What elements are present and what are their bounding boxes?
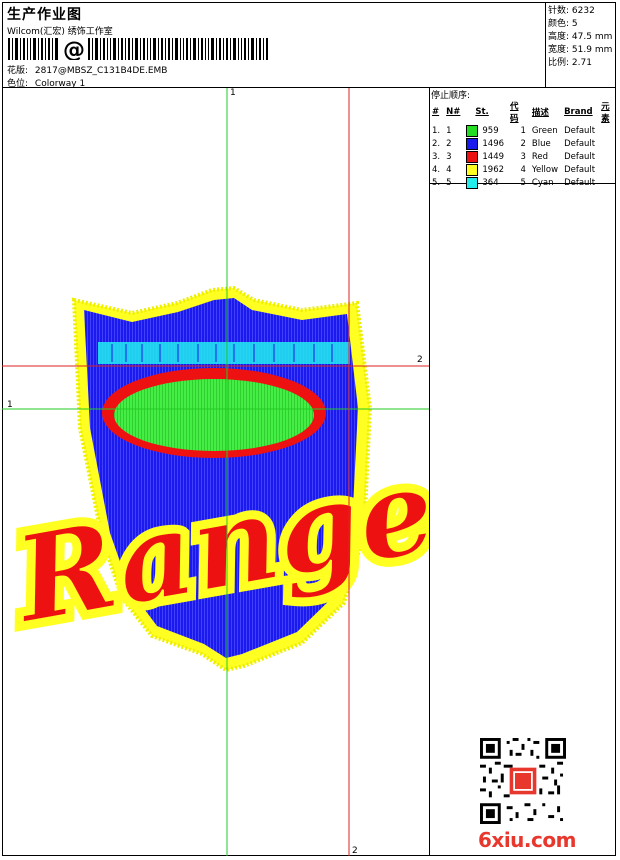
col-element: 元素 <box>601 102 610 124</box>
page-title: 生产作业图 <box>7 7 82 23</box>
col-code: 代码 <box>510 102 519 124</box>
design-label: 花版: <box>7 66 29 76</box>
row-brand: Default <box>564 177 596 188</box>
row-brand: Default <box>564 125 596 136</box>
row-brand: Default <box>564 164 596 175</box>
row-stitches: 364 <box>463 176 507 189</box>
row-stitches: 959 <box>463 124 507 137</box>
cyan-text-band <box>98 342 350 364</box>
row-stitches: 1496 <box>463 137 507 150</box>
row-desc: Blue <box>531 138 551 149</box>
row-code: 5 <box>520 177 526 188</box>
stop-sequence-table: # N# St. 代码 描述 Brand 元素 1. 1 959 1 Green Defa… <box>429 100 620 189</box>
row-element <box>598 163 620 176</box>
color-swatch <box>466 137 479 150</box>
row-element <box>598 150 620 163</box>
stop-row: 3. 3 1449 3 Red Default <box>429 150 620 163</box>
row-element <box>598 137 620 150</box>
row-code: 1 <box>520 125 526 136</box>
col-stitches: St. <box>475 107 489 117</box>
stat-scale: 比例: 2.71 <box>548 58 592 68</box>
company-name: Wilcom(汇宏) 绣饰工作室 <box>7 27 113 37</box>
row-code: 2 <box>520 138 526 149</box>
color-swatch <box>466 176 479 189</box>
row-needle: 4 <box>446 164 452 175</box>
row-code: 3 <box>520 151 526 162</box>
site-watermark: 6xiu.com <box>478 828 576 852</box>
row-stitches: 1962 <box>463 163 507 176</box>
stats-divider <box>545 2 546 87</box>
row-stitches: 1449 <box>463 150 507 163</box>
row-num: 5. <box>432 177 441 188</box>
stop-row: 5. 5 364 5 Cyan Default <box>429 176 620 189</box>
barcode-symbol: @ <box>63 38 85 60</box>
row-num: 1. <box>432 125 441 136</box>
panel-divider <box>429 87 430 856</box>
row-needle: 2 <box>446 138 452 149</box>
col-brand: Brand <box>564 107 593 117</box>
stop-row: 2. 2 1496 2 Blue Default <box>429 137 620 150</box>
stat-stitches: 针数: 6232 <box>548 6 595 16</box>
row-brand: Default <box>564 151 596 162</box>
row-desc: Green <box>531 125 558 136</box>
design-line: 花版: 2817@MBSZ_C131B4DE.EMB <box>7 63 167 76</box>
row-desc: Cyan <box>531 177 554 188</box>
row-element <box>598 124 620 137</box>
stat-height: 高度: 47.5 mm <box>548 32 613 42</box>
color-swatch <box>466 150 479 163</box>
row-num: 4. <box>432 164 441 175</box>
stitch-count: 364 <box>482 178 499 188</box>
stat-width: 宽度: 51.9 mm <box>548 45 613 55</box>
stat-colors: 颜色: 5 <box>548 19 578 29</box>
guide-label-red-right: 2 <box>417 355 423 365</box>
row-needle: 1 <box>446 125 452 136</box>
stop-table-header: # N# St. 代码 描述 Brand 元素 <box>429 100 620 124</box>
qr-code <box>480 738 566 824</box>
row-num: 3. <box>432 151 441 162</box>
col-num: # <box>432 107 440 117</box>
guide-label-green-left: 1 <box>7 400 13 410</box>
row-needle: 3 <box>446 151 452 162</box>
guide-label-green-top: 1 <box>230 88 236 98</box>
row-code: 4 <box>520 164 526 175</box>
stitch-count: 1962 <box>482 165 505 175</box>
embroidery-design: Rangers Rangers <box>2 88 429 856</box>
design-file: 2817@MBSZ_C131B4DE.EMB <box>34 66 168 76</box>
row-desc: Yellow <box>531 164 559 175</box>
guide-label-red-bottom: 2 <box>352 846 358 856</box>
design-stats: 针数: 6232 颜色: 5 高度: 47.5 mm 宽度: 51.9 mm 比… <box>548 5 612 70</box>
color-swatch <box>466 124 479 137</box>
row-element <box>598 176 620 189</box>
col-desc: 描述 <box>531 108 549 118</box>
stitch-count: 1496 <box>482 139 505 149</box>
stitch-count: 959 <box>482 126 499 136</box>
stitch-count: 1449 <box>482 152 505 162</box>
row-needle: 5 <box>446 177 452 188</box>
stop-row: 4. 4 1962 4 Yellow Default <box>429 163 620 176</box>
ball-fill <box>114 379 314 451</box>
row-num: 2. <box>432 138 441 149</box>
row-brand: Default <box>564 138 596 149</box>
barcode: @ <box>8 38 268 60</box>
color-swatch <box>466 163 479 176</box>
col-needle: N# <box>446 107 461 117</box>
stop-row: 1. 1 959 1 Green Default <box>429 124 620 137</box>
row-desc: Red <box>531 151 549 162</box>
